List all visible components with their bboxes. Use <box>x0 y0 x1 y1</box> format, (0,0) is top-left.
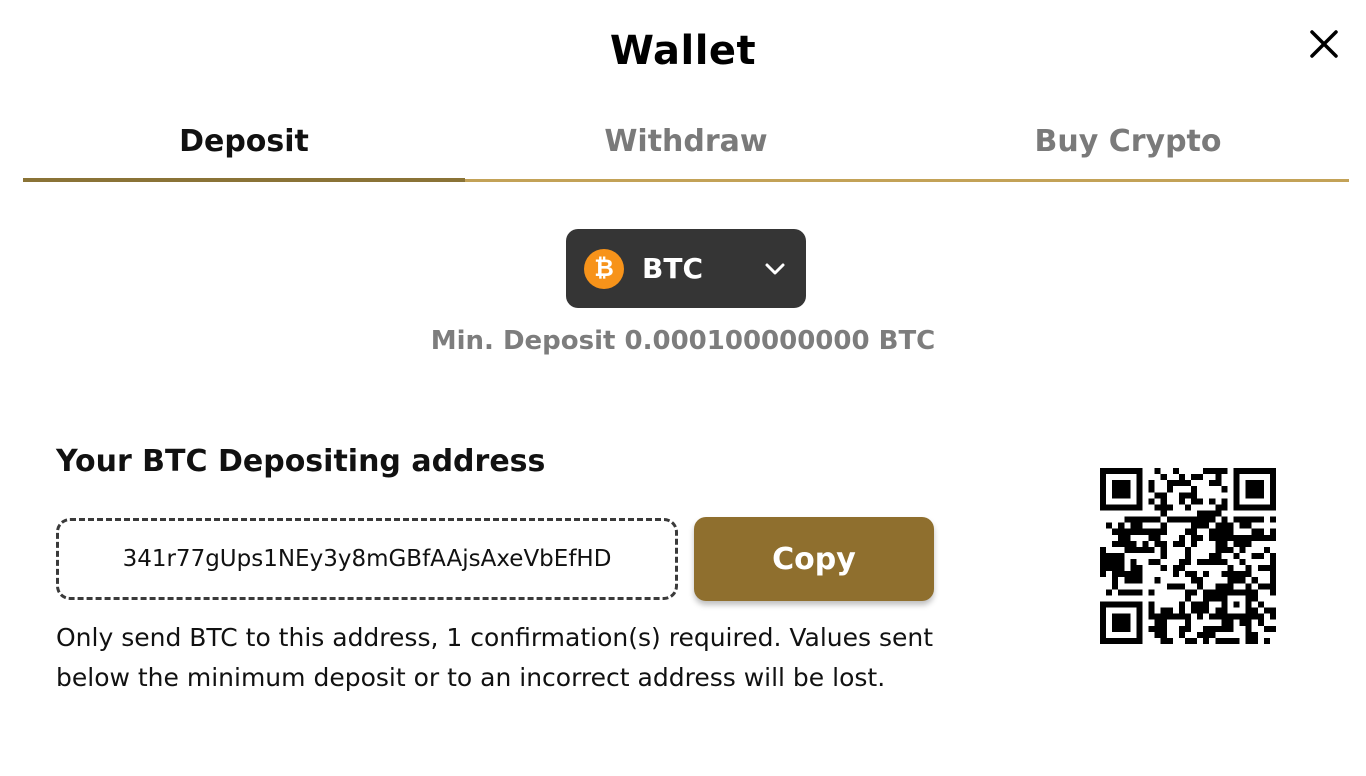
address-heading: Your BTC Depositing address <box>56 444 546 479</box>
chevron-down-icon <box>765 263 785 274</box>
min-deposit-text: Min. Deposit 0.000100000000 BTC <box>430 326 936 356</box>
tab-deposit[interactable]: Deposit <box>23 118 465 182</box>
copy-button[interactable]: Copy <box>694 517 934 601</box>
qr-code <box>1100 468 1276 644</box>
tab-withdraw[interactable]: Withdraw <box>465 118 907 179</box>
bitcoin-icon: ₿ <box>584 248 624 289</box>
deposit-notice: Only send BTC to this address, 1 confirm… <box>56 623 934 692</box>
coin-selector[interactable]: ₿ BTC <box>566 229 806 308</box>
modal-title: Wallet <box>609 28 757 74</box>
wallet-modal: Wallet Deposit Withdraw Buy Crypto ₿ BTC… <box>0 0 1366 776</box>
wallet-tabs: Deposit Withdraw Buy Crypto <box>23 118 1349 182</box>
close-icon <box>1310 30 1338 58</box>
deposit-address-field[interactable]: 341r77gUps1NEy3y8mGBfAAjsAxeVbEfHD <box>56 518 678 600</box>
qr-code-icon <box>1100 468 1276 644</box>
close-button[interactable] <box>1306 26 1342 62</box>
coin-label: BTC <box>642 252 703 285</box>
tab-buy-crypto[interactable]: Buy Crypto <box>907 118 1349 179</box>
